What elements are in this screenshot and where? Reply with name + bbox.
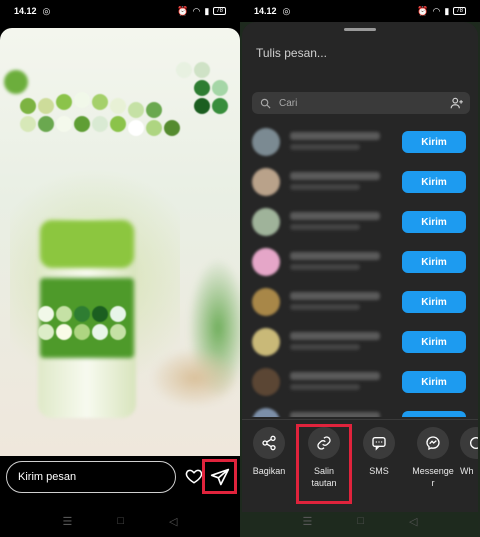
back-button[interactable]: ◁ [169, 515, 177, 528]
share-button[interactable]: Bagikan [242, 427, 296, 512]
avatar [252, 248, 280, 276]
avatar [252, 128, 280, 156]
message-input-placeholder: Kirim pesan [18, 471, 77, 483]
contact-row[interactable]: Kirim [242, 122, 478, 162]
share-label: Bagikan [252, 466, 286, 476]
contact-row[interactable]: Kirim [242, 162, 478, 202]
compose-message-input[interactable]: Tulis pesan... [256, 46, 327, 60]
send-to-contact-button[interactable]: Kirim [402, 171, 466, 193]
contact-list: Kirim Kirim Kirim Kirim Kirim Kirim Kirim Kirim [242, 122, 478, 417]
alarm-icon: ⏰ [177, 5, 189, 16]
story-image[interactable] [0, 28, 240, 456]
whatsapp-label: Wh [460, 466, 474, 476]
battery-indicator: 78 [213, 7, 226, 15]
status-time: 14.12 [14, 6, 37, 16]
send-to-contact-button[interactable]: Kirim [402, 251, 466, 273]
link-icon [317, 436, 331, 450]
instagram-icon: ◎ [42, 5, 51, 16]
story-screen: 14.12 ◎ ⏰ ◠ ▮ 78 Kirim pesan ☰ □ ◁ [0, 0, 240, 537]
avatar [252, 168, 280, 196]
contact-row[interactable]: Kirim [242, 242, 478, 282]
contact-username-blurred [290, 304, 360, 310]
contact-name-blurred [290, 172, 380, 180]
contact-username-blurred [290, 224, 360, 230]
send-to-contact-button[interactable]: Kirim [402, 131, 466, 153]
system-nav-bar: ☰ □ ◁ [240, 511, 480, 531]
contact-row[interactable]: Kirim [242, 402, 478, 417]
send-to-contact-button[interactable]: Kirim [402, 411, 466, 417]
avatar [252, 288, 280, 316]
signal-icon: ▮ [204, 5, 210, 16]
search-input[interactable]: Cari [252, 92, 470, 114]
sms-button[interactable]: SMS [352, 427, 406, 512]
contact-username-blurred [290, 264, 360, 270]
contact-row[interactable]: Kirim [242, 322, 478, 362]
wifi-icon: ◠ [192, 5, 201, 16]
status-time: 14.12 [254, 6, 277, 16]
avatar [252, 368, 280, 396]
contact-row[interactable]: Kirim [242, 282, 478, 322]
share-icon [262, 435, 276, 451]
contact-name-blurred [290, 212, 380, 220]
sms-label: SMS [369, 466, 389, 476]
home-button[interactable]: □ [117, 515, 124, 527]
status-bar: 14.12 ◎ ⏰ ◠ ▮ 78 [240, 0, 480, 22]
contact-name-blurred [290, 372, 380, 380]
contact-name-blurred [290, 332, 380, 340]
search-placeholder: Cari [279, 97, 298, 109]
share-sheet: Tulis pesan... Cari Kirim Kirim Kirim Kirim… [242, 22, 478, 512]
send-to-contact-button[interactable]: Kirim [402, 291, 466, 313]
contact-name-blurred [290, 292, 380, 300]
avatar [252, 408, 280, 417]
add-people-icon[interactable] [450, 96, 464, 110]
share-screen: 14.12 ◎ ⏰ ◠ ▮ 78 Tulis pesan... Cari Kir… [240, 0, 480, 537]
system-nav-bar: ☰ □ ◁ [0, 511, 240, 531]
contact-username-blurred [290, 144, 360, 150]
status-bar: 14.12 ◎ ⏰ ◠ ▮ 78 [0, 0, 240, 22]
avatar [252, 328, 280, 356]
message-input[interactable]: Kirim pesan [6, 461, 176, 493]
search-icon [260, 98, 271, 108]
messenger-label: Messenger [412, 466, 454, 488]
story-wood-decoration [150, 348, 240, 408]
contact-row[interactable]: Kirim [242, 362, 478, 402]
heart-icon[interactable] [185, 467, 203, 485]
back-button[interactable]: ◁ [409, 515, 417, 528]
copy-link-label: Salin tautan [311, 466, 337, 488]
sms-icon [372, 437, 386, 451]
recent-apps-button[interactable]: ☰ [63, 515, 73, 528]
messenger-button[interactable]: Messenger [406, 427, 460, 512]
share-actions-row: Bagikan Salin tautan SMS Messenger Wh [242, 424, 478, 512]
contact-row[interactable]: Kirim [242, 202, 478, 242]
alarm-icon: ⏰ [417, 5, 429, 16]
copy-link-button[interactable]: Salin tautan [296, 424, 352, 504]
send-to-contact-button[interactable]: Kirim [402, 211, 466, 233]
send-to-contact-button[interactable]: Kirim [402, 331, 466, 353]
contact-username-blurred [290, 344, 360, 350]
send-to-contact-button[interactable]: Kirim [402, 371, 466, 393]
home-button[interactable]: □ [357, 515, 364, 527]
product-bottle-cap [40, 220, 134, 268]
recent-apps-button[interactable]: ☰ [303, 515, 313, 528]
messenger-icon [426, 436, 440, 451]
battery-indicator: 78 [453, 7, 466, 15]
signal-icon: ▮ [444, 5, 450, 16]
send-button[interactable] [202, 459, 237, 494]
contact-username-blurred [290, 384, 360, 390]
contact-name-blurred [290, 132, 380, 140]
sheet-drag-handle[interactable] [344, 28, 376, 31]
instagram-icon: ◎ [282, 5, 291, 16]
wifi-icon: ◠ [432, 5, 441, 16]
whatsapp-button[interactable]: Wh [460, 427, 478, 512]
avatar [252, 208, 280, 236]
story-brand-badge [4, 70, 28, 94]
contact-username-blurred [290, 184, 360, 190]
paper-plane-icon [210, 468, 229, 485]
whatsapp-icon [470, 437, 478, 449]
contact-name-blurred [290, 412, 380, 417]
divider [242, 419, 478, 420]
contact-name-blurred [290, 252, 380, 260]
